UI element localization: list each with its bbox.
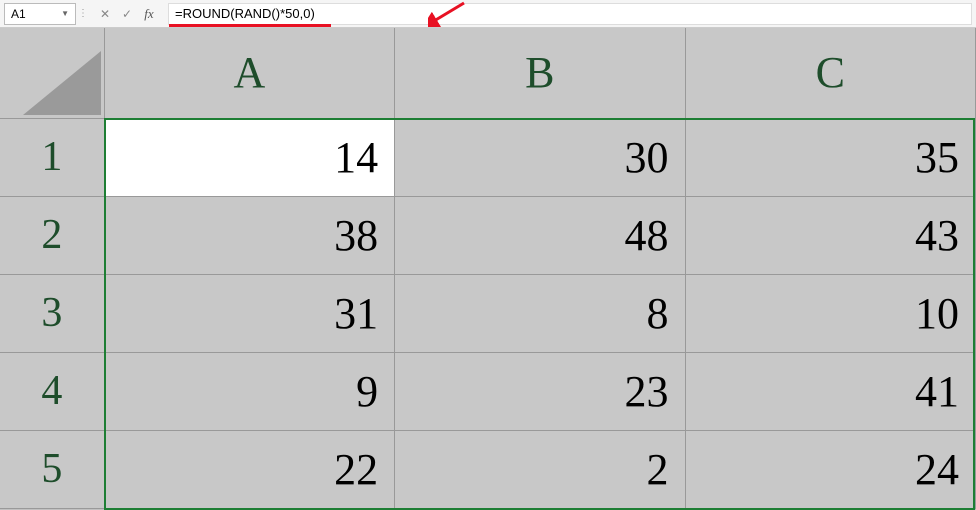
annotation-underline — [169, 24, 331, 27]
row-header-3[interactable]: 3 — [0, 274, 104, 352]
formula-input[interactable]: =ROUND(RAND()*50,0) — [168, 3, 972, 25]
enter-button[interactable]: ✓ — [116, 4, 138, 24]
formula-text: =ROUND(RAND()*50,0) — [175, 6, 315, 21]
cancel-button[interactable]: ✕ — [94, 4, 116, 24]
cell-a3[interactable]: 31 — [104, 274, 394, 352]
cell-c2[interactable]: 43 — [685, 196, 975, 274]
formula-buttons: ✕ ✓ fx — [90, 4, 164, 24]
divider: ⋮ — [80, 8, 86, 19]
row-header-1[interactable]: 1 — [0, 118, 104, 196]
column-header-c[interactable]: C — [685, 28, 975, 118]
column-header-b[interactable]: B — [395, 28, 685, 118]
corner-triangle-icon — [23, 51, 101, 115]
insert-function-button[interactable]: fx — [138, 4, 160, 24]
cell-a2[interactable]: 38 — [104, 196, 394, 274]
cell-b3[interactable]: 8 — [395, 274, 685, 352]
cell-b1[interactable]: 30 — [395, 118, 685, 196]
cell-a4[interactable]: 9 — [104, 352, 394, 430]
cell-c5[interactable]: 24 — [685, 430, 975, 508]
dropdown-icon[interactable]: ▼ — [61, 9, 69, 18]
cell-c1[interactable]: 35 — [685, 118, 975, 196]
name-box-value: A1 — [11, 7, 26, 21]
row-header-4[interactable]: 4 — [0, 352, 104, 430]
cell-a1[interactable]: 14 — [104, 118, 394, 196]
row-header-5[interactable]: 5 — [0, 430, 104, 508]
check-icon: ✓ — [122, 7, 132, 21]
row-header-2[interactable]: 2 — [0, 196, 104, 274]
x-icon: ✕ — [100, 7, 110, 21]
formula-bar: A1 ▼ ⋮ ✕ ✓ fx =ROUND(RAND()*50,0) — [0, 0, 976, 28]
cell-c4[interactable]: 41 — [685, 352, 975, 430]
cell-c3[interactable]: 10 — [685, 274, 975, 352]
cell-b5[interactable]: 2 — [395, 430, 685, 508]
select-all-corner[interactable] — [0, 28, 104, 118]
spreadsheet-grid: A B C 1 14 30 35 2 38 48 43 3 31 8 10 4 … — [0, 28, 976, 510]
cell-b2[interactable]: 48 — [395, 196, 685, 274]
cell-a5[interactable]: 22 — [104, 430, 394, 508]
fx-icon: fx — [144, 6, 153, 22]
name-box[interactable]: A1 ▼ — [4, 3, 76, 25]
cell-b4[interactable]: 23 — [395, 352, 685, 430]
column-header-a[interactable]: A — [104, 28, 394, 118]
